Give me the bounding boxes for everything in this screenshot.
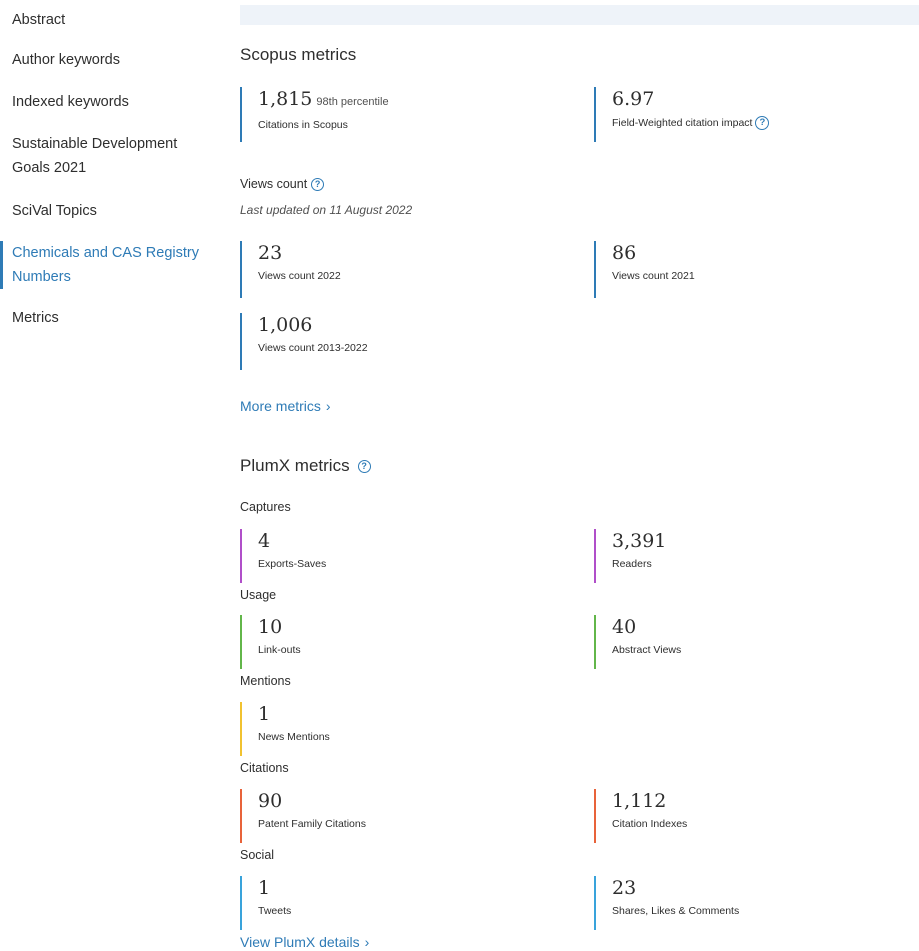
views-2021-value: 86 <box>612 242 637 264</box>
readers-value: 3,391 <box>612 530 667 552</box>
sidebar-item-author-keywords[interactable]: Author keywords <box>0 48 225 72</box>
exports-saves-label: Exports-Saves <box>258 558 327 570</box>
readers-metric: 3,391 Readers <box>594 529 666 583</box>
help-circle-icon[interactable]: ? <box>755 116 770 130</box>
sidebar-item-metrics[interactable]: Metrics <box>0 306 225 330</box>
tweets-value: 1 <box>258 877 271 899</box>
patent-family-citations-metric: 90 Patent Family Citations <box>240 789 366 843</box>
social-heading: Social <box>240 848 275 862</box>
more-metrics-label: More metrics <box>240 398 321 414</box>
help-circle-icon[interactable]: ? <box>311 178 325 192</box>
readers-label: Readers <box>612 558 652 570</box>
views-2022-metric: 23 Views count 2022 <box>240 241 341 298</box>
citations-metric: 1,815 98th percentile Citations in Scopus <box>240 87 389 142</box>
fwci-label: Field-Weighted citation impact? <box>612 116 770 130</box>
views-count-heading-text: Views count <box>240 177 308 191</box>
view-plumx-details-label: View PlumX details <box>240 934 360 950</box>
sidebar-item-indexed-keywords[interactable]: Indexed keywords <box>0 90 225 114</box>
link-outs-label: Link-outs <box>258 644 301 656</box>
sidebar-item-sustainable-development-goals[interactable]: Sustainable Development Goals 2021 <box>0 132 205 180</box>
news-mentions-label: News Mentions <box>258 731 330 743</box>
mentions-heading: Mentions <box>240 674 291 688</box>
scopus-metrics-title: Scopus metrics <box>240 45 357 64</box>
citations-count: 1,815 <box>258 88 313 110</box>
news-mentions-value: 1 <box>258 703 271 725</box>
more-metrics-link[interactable]: More metrics › <box>240 398 331 414</box>
patent-family-citations-value: 90 <box>258 790 283 812</box>
link-outs-value: 10 <box>258 616 283 638</box>
link-outs-metric: 10 Link-outs <box>240 615 301 669</box>
exports-saves-value: 4 <box>258 530 271 552</box>
abstract-views-metric: 40 Abstract Views <box>594 615 681 669</box>
patent-family-citations-label: Patent Family Citations <box>258 818 366 830</box>
citation-indexes-label: Citation Indexes <box>612 818 688 830</box>
captures-heading: Captures <box>240 500 291 514</box>
plumx-metrics-title: PlumX metrics? <box>240 456 371 476</box>
chevron-right-icon: › <box>364 934 370 950</box>
shares-likes-comments-metric: 23 Shares, Likes & Comments <box>594 876 739 930</box>
citations-heading: Citations <box>240 761 289 775</box>
sidebar-item-scival-topics[interactable]: SciVal Topics <box>0 199 225 223</box>
citations-value: 1,815 98th percentile <box>258 87 389 114</box>
views-2022-value: 23 <box>258 242 283 264</box>
tweets-label: Tweets <box>258 905 292 917</box>
view-plumx-details-link[interactable]: View PlumX details › <box>240 933 369 951</box>
plumx-title-text: PlumX metrics <box>240 456 350 475</box>
views-count-heading: Views count? <box>240 177 325 192</box>
views-2021-metric: 86 Views count 2021 <box>594 241 695 298</box>
fwci-value: 6.97 <box>612 88 655 110</box>
views-last-updated: Last updated on 11 August 2022 <box>240 203 413 217</box>
citation-indexes-value: 1,112 <box>612 790 667 812</box>
metrics-panel: Scopus metrics 1,815 98th percentile Cita… <box>240 0 919 951</box>
usage-heading: Usage <box>240 588 277 602</box>
tweets-metric: 1 Tweets <box>240 876 291 930</box>
views-2021-label: Views count 2021 <box>612 270 695 282</box>
chevron-right-icon: › <box>325 398 331 414</box>
views-2013-2022-label: Views count 2013-2022 <box>258 342 368 354</box>
news-mentions-metric: 1 News Mentions <box>240 702 330 756</box>
sidebar-item-abstract[interactable]: Abstract <box>0 8 225 32</box>
shares-likes-comments-value: 23 <box>612 877 637 899</box>
fwci-label-text: Field-Weighted citation impact <box>612 116 753 129</box>
views-2013-2022-metric: 1,006 Views count 2013-2022 <box>240 313 368 370</box>
sidebar-item-chemicals-cas[interactable]: Chemicals and CAS Registry Numbers <box>0 241 218 289</box>
top-divider-bar <box>240 5 919 25</box>
abstract-views-value: 40 <box>612 616 637 638</box>
citations-percentile: 98th percentile <box>316 96 389 108</box>
abstract-views-label: Abstract Views <box>612 644 682 656</box>
shares-likes-comments-label: Shares, Likes & Comments <box>612 905 740 917</box>
citations-label: Citations in Scopus <box>258 119 348 131</box>
citation-indexes-metric: 1,112 Citation Indexes <box>594 789 687 843</box>
views-2013-2022-value: 1,006 <box>258 314 313 336</box>
help-circle-icon[interactable]: ? <box>357 460 371 474</box>
fwci-metric: 6.97 Field-Weighted citation impact? <box>594 87 770 142</box>
exports-saves-metric: 4 Exports-Saves <box>240 529 326 583</box>
views-2022-label: Views count 2022 <box>258 270 341 282</box>
